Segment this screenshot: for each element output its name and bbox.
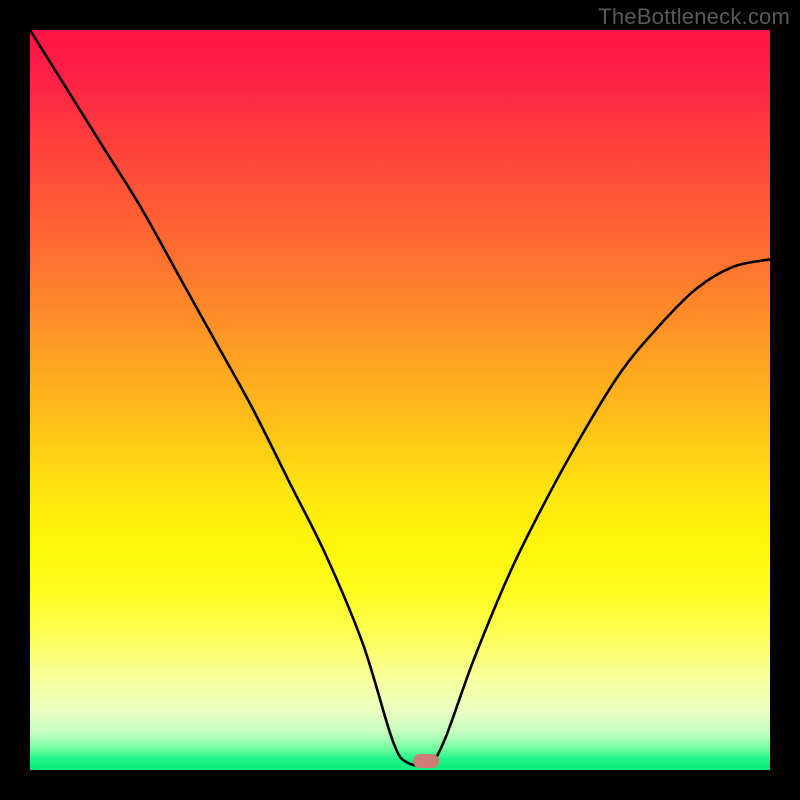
target-marker xyxy=(413,754,439,768)
watermark-text: TheBottleneck.com xyxy=(598,4,790,30)
plot-area xyxy=(30,30,770,770)
bottleneck-curve xyxy=(30,30,770,770)
chart-frame: TheBottleneck.com xyxy=(0,0,800,800)
